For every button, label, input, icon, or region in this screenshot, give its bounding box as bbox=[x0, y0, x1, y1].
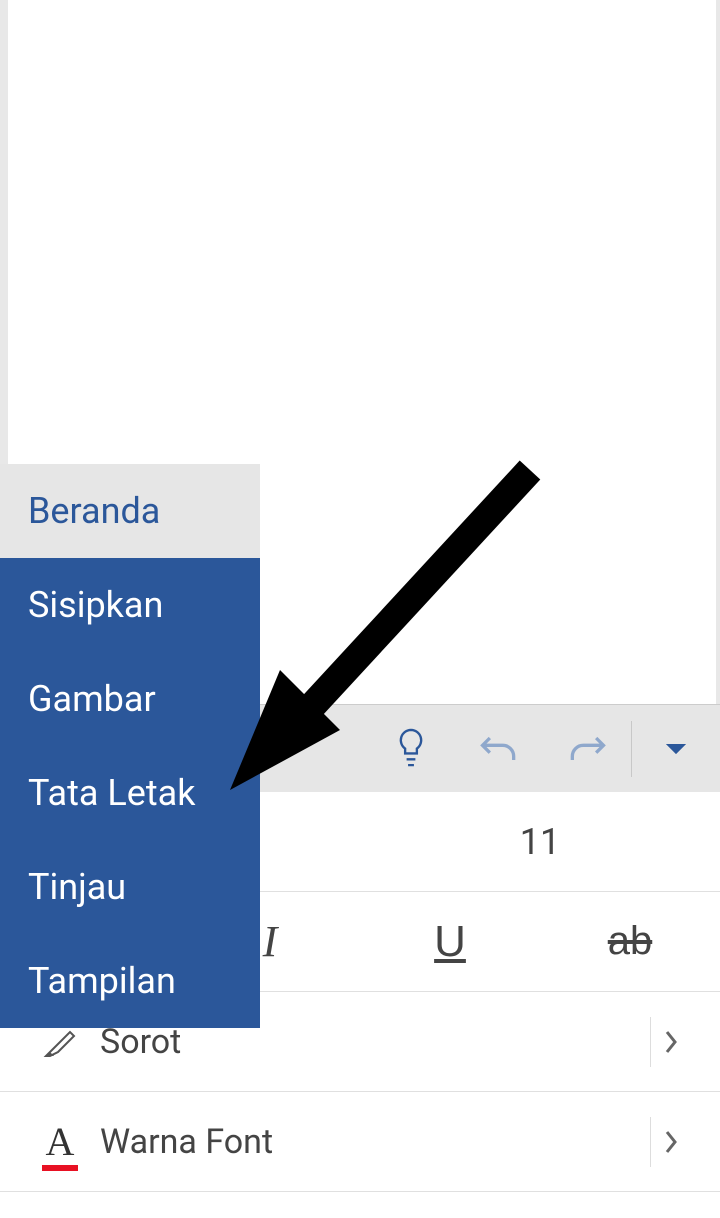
tab-beranda[interactable]: Beranda bbox=[0, 464, 260, 558]
undo-icon bbox=[477, 729, 521, 769]
underline-toggle[interactable]: U bbox=[360, 917, 540, 967]
strikethrough-toggle[interactable]: ab bbox=[540, 919, 720, 964]
redo-icon bbox=[565, 729, 609, 769]
font-color-expand[interactable] bbox=[650, 1117, 690, 1167]
highlight-expand[interactable] bbox=[650, 1017, 690, 1067]
tab-tata-letak[interactable]: Tata Letak bbox=[0, 746, 260, 840]
tab-tinjau[interactable]: Tinjau bbox=[0, 840, 260, 934]
lightbulb-icon bbox=[393, 727, 429, 771]
italic-icon: I bbox=[263, 916, 278, 967]
font-size-selector[interactable]: 11 bbox=[360, 821, 720, 863]
strikethrough-icon: ab bbox=[608, 919, 653, 964]
redo-button[interactable] bbox=[543, 705, 631, 793]
font-color-label: Warna Font bbox=[90, 1122, 650, 1162]
collapse-ribbon-button[interactable] bbox=[632, 705, 720, 793]
chevron-right-icon bbox=[663, 1028, 679, 1056]
tell-me-button[interactable] bbox=[367, 705, 455, 793]
font-color-row[interactable]: A Warna Font bbox=[0, 1092, 720, 1192]
tab-sisipkan[interactable]: Sisipkan bbox=[0, 558, 260, 652]
tab-tampilan[interactable]: Tampilan bbox=[0, 934, 260, 1028]
tab-gambar[interactable]: Gambar bbox=[0, 652, 260, 746]
chevron-right-icon bbox=[663, 1128, 679, 1156]
font-color-icon: A bbox=[30, 1118, 90, 1165]
underline-icon: U bbox=[434, 917, 466, 967]
undo-button[interactable] bbox=[455, 705, 543, 793]
tab-dropdown-menu: Beranda Sisipkan Gambar Tata Letak Tinja… bbox=[0, 464, 260, 1028]
caret-down-icon bbox=[664, 742, 688, 756]
